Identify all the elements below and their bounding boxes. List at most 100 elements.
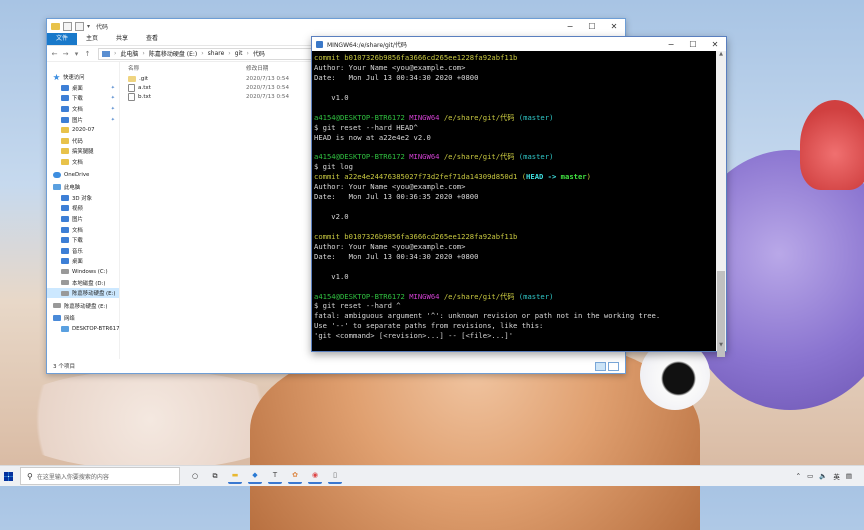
nav-item[interactable]: 陈嘉移动硬盘 (E:) xyxy=(47,300,119,311)
start-button[interactable] xyxy=(0,466,16,486)
terminal-scrollbar[interactable]: ▲ ▼ xyxy=(716,51,726,357)
maximize-button[interactable]: ☐ xyxy=(682,37,704,51)
vscode-icon[interactable]: ◆ xyxy=(248,468,262,484)
nav-item[interactable]: 此电脑 xyxy=(47,182,119,193)
notepad-icon[interactable]: ▯ xyxy=(328,468,342,484)
details-view-icon[interactable] xyxy=(595,361,606,371)
nav-item[interactable]: 下载 xyxy=(47,235,119,246)
explorer-titlebar[interactable]: ▾ 代码 − ☐ ✕ xyxy=(47,19,625,33)
nav-item-label: 陈嘉移动硬盘 (E:) xyxy=(64,303,108,310)
breadcrumb-item[interactable]: 此电脑 xyxy=(120,49,138,58)
nav-item[interactable]: 文档 xyxy=(47,157,119,168)
breadcrumb-item[interactable]: share xyxy=(208,50,225,57)
nav-item[interactable]: Windows (C:) xyxy=(47,267,119,278)
scroll-down-icon[interactable]: ▼ xyxy=(716,342,726,351)
nav-item[interactable]: 2020-07 xyxy=(47,125,119,136)
nav-item[interactable]: 网络 xyxy=(47,313,119,324)
terminal-text: v1.0 xyxy=(314,271,349,281)
tab-share[interactable]: 共享 xyxy=(107,33,137,45)
network-icon[interactable]: ▭ xyxy=(807,472,813,480)
terminal-output[interactable]: commit b0107326b9856fa3666cd265ee1228fa9… xyxy=(312,51,716,351)
nav-item[interactable]: 本地磁盘 (D:) xyxy=(47,277,119,288)
terminal-text: /e/share/git/代码 xyxy=(443,112,519,122)
terminal-line: fatal: ambiguous argument '^': unknown r… xyxy=(314,311,716,321)
nav-item[interactable]: 音乐 xyxy=(47,246,119,257)
mingw-icon xyxy=(316,40,323,48)
search-icon: ⚲ xyxy=(27,471,33,481)
maximize-button[interactable]: ☐ xyxy=(581,19,603,33)
column-name[interactable]: 名称 xyxy=(128,64,246,72)
nav-item[interactable]: 3D 对象 xyxy=(47,193,119,204)
qa-dropdown-icon[interactable]: ▾ xyxy=(87,23,90,30)
document-icon xyxy=(61,226,69,233)
column-date[interactable]: 修改日期 xyxy=(246,64,316,72)
terminal-text: Date: Mon Jul 13 00:34:30 2020 +0800 xyxy=(314,251,479,261)
nav-item[interactable]: 桌面 xyxy=(47,256,119,267)
nav-item[interactable]: 图片 xyxy=(47,214,119,225)
pin-icon: ✦ xyxy=(110,84,115,91)
nav-item[interactable]: 搞笑腿腿 xyxy=(47,146,119,157)
tab-file[interactable]: 文件 xyxy=(47,33,78,45)
terminal-line: $ git reset --hard HEAD^ xyxy=(314,123,716,133)
star-icon xyxy=(53,73,60,81)
recent-dropdown-icon[interactable]: ▾ xyxy=(72,50,81,58)
tab-home[interactable]: 主页 xyxy=(77,33,107,45)
show-hidden-icons-icon[interactable]: ⌃ xyxy=(796,472,801,480)
terminal-text: $ git reset --hard ^ xyxy=(314,301,401,311)
breadcrumb-item[interactable]: git xyxy=(235,50,243,57)
terminal-text: Author: Your Name <you@example.com> xyxy=(314,182,466,192)
cortana-icon[interactable]: ○ xyxy=(188,469,202,483)
terminal-text: commit a22e4e24476385027f73d2fef71da1430… xyxy=(314,172,522,182)
computer-icon xyxy=(61,325,69,332)
paint-icon[interactable]: ✿ xyxy=(288,468,302,484)
nav-item[interactable]: 视频 xyxy=(47,203,119,214)
terminal-text: a4154@DESKTOP-BTR6172 xyxy=(314,291,410,301)
git-bash-window[interactable]: MINGW64:/e/share/git/代码 − ☐ ✕ commit b01… xyxy=(311,36,727,357)
chrome-icon[interactable]: ◉ xyxy=(308,468,322,484)
nav-item[interactable]: 桌面 ✦ xyxy=(47,83,119,94)
large-icons-view-icon[interactable] xyxy=(608,361,619,371)
folder-icon xyxy=(61,148,69,155)
notification-icon[interactable]: ▤ xyxy=(846,472,852,480)
nav-item[interactable]: OneDrive xyxy=(47,169,119,180)
terminal-text: MINGW64 xyxy=(409,291,444,301)
forward-arrow-icon[interactable]: → xyxy=(61,50,70,58)
typora-icon[interactable]: T xyxy=(268,468,282,484)
file-name: .git xyxy=(139,75,149,82)
nav-item[interactable]: 图片 ✦ xyxy=(47,114,119,125)
up-arrow-icon[interactable]: ↑ xyxy=(83,50,92,58)
terminal-line: commit b0107326b9856fa3666cd265ee1228fa9… xyxy=(314,232,716,242)
nav-item-label: OneDrive xyxy=(64,171,90,178)
close-button[interactable]: ✕ xyxy=(603,19,625,33)
terminal-text: HEAD -> xyxy=(526,172,561,182)
nav-item[interactable]: 文档 ✦ xyxy=(47,104,119,115)
task-view-icon[interactable]: ⧉ xyxy=(208,469,222,483)
breadcrumb-item[interactable]: 代码 xyxy=(253,49,265,58)
terminal-line: v1.0 xyxy=(314,93,716,103)
nav-item-label: 文档 xyxy=(72,227,83,234)
nav-item[interactable]: 代码 xyxy=(47,136,119,147)
new-folder-icon[interactable] xyxy=(75,21,84,31)
search-placeholder: 在这里输入你要搜索的内容 xyxy=(36,473,109,481)
nav-item[interactable]: 下载 ✦ xyxy=(47,93,119,104)
close-button[interactable]: ✕ xyxy=(704,37,726,51)
scroll-up-icon[interactable]: ▲ xyxy=(716,51,726,60)
back-arrow-icon[interactable]: ← xyxy=(50,50,59,58)
minimize-button[interactable]: − xyxy=(559,19,581,33)
breadcrumb-item[interactable]: 陈嘉移动硬盘 (E:) xyxy=(149,49,197,58)
minimize-button[interactable]: − xyxy=(660,37,682,51)
volume-icon[interactable]: 🔈 xyxy=(819,472,827,480)
terminal-titlebar[interactable]: MINGW64:/e/share/git/代码 − ☐ ✕ xyxy=(312,37,726,51)
properties-icon[interactable] xyxy=(63,21,72,31)
nav-item[interactable]: 快速访问 xyxy=(47,72,119,83)
terminal-text: v1.0 xyxy=(314,92,349,102)
tab-view[interactable]: 查看 xyxy=(137,33,167,45)
file-explorer-icon[interactable]: ▬ xyxy=(228,468,242,484)
nav-item[interactable]: 陈嘉移动硬盘 (E:) xyxy=(47,287,119,299)
input-language[interactable]: 英 xyxy=(833,471,840,481)
nav-item[interactable]: DESKTOP-BTR617 xyxy=(47,324,120,335)
video-icon xyxy=(61,205,69,212)
taskbar-search[interactable]: ⚲ 在这里输入你要搜索的内容 xyxy=(20,467,180,485)
nav-item[interactable]: 文档 xyxy=(47,224,119,235)
